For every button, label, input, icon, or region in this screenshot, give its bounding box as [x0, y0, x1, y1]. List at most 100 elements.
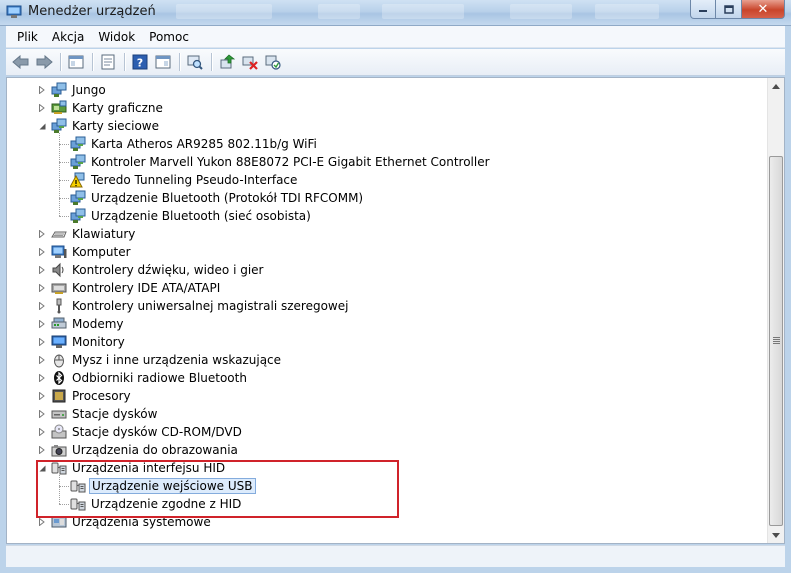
properties-button[interactable]	[97, 51, 119, 73]
back-button[interactable]	[10, 51, 32, 73]
window-controls: ✕	[690, 0, 785, 19]
scroll-down-button[interactable]	[768, 527, 784, 543]
ide-controller-icon	[51, 280, 67, 296]
tree-category-urzadzenia-systemowe[interactable]: Urządzenia systemowe	[51, 513, 213, 531]
collapsed-arrow-icon[interactable]	[38, 230, 46, 238]
menu-view[interactable]: Widok	[91, 28, 142, 46]
collapsed-arrow-icon[interactable]	[38, 374, 46, 382]
help-button[interactable]: ?	[129, 51, 151, 73]
tree-connector	[59, 504, 69, 505]
collapsed-arrow-icon[interactable]	[38, 320, 46, 328]
collapsed-arrow-icon[interactable]	[38, 428, 46, 436]
tree-node-label: Procesory	[72, 389, 131, 403]
network-adapter-icon	[70, 136, 86, 152]
action-pane-button[interactable]	[152, 51, 174, 73]
minimize-icon	[699, 10, 707, 12]
keyboard-icon	[51, 226, 67, 242]
tree-category-mysz-i-inne-urzadzenia-wskazujace[interactable]: Mysz i inne urządzenia wskazujące	[51, 351, 283, 369]
window-title: Menedżer urządzeń	[28, 4, 156, 19]
tree-category-urzadzenia-do-obrazowania[interactable]: Urządzenia do obrazowania	[51, 441, 240, 459]
tree-device-kontroler-marvell-yukon-88e8072-pci-e-gigabit-ethernet-controller[interactable]: Kontroler Marvell Yukon 88E8072 PCI-E Gi…	[70, 153, 492, 171]
tree-category-karty-sieciowe[interactable]: Karty sieciowe	[51, 117, 161, 135]
svg-text:?: ?	[137, 57, 143, 70]
menu-file[interactable]: Plik	[10, 28, 45, 46]
display-adapter-icon	[51, 100, 67, 116]
console-tree-button[interactable]	[65, 51, 87, 73]
usb-icon	[51, 298, 67, 314]
tree-category-odbiorniki-radiowe-bluetooth[interactable]: Odbiorniki radiowe Bluetooth	[51, 369, 249, 387]
expanded-arrow-icon[interactable]	[38, 464, 46, 472]
scroll-thumb[interactable]	[769, 156, 783, 526]
mouse-icon	[51, 352, 67, 368]
tree-node-label: Urządzenie zgodne z HID	[91, 497, 242, 511]
tree-node-label: Urządzenie wejściowe USB	[89, 478, 256, 494]
view-button[interactable]	[184, 51, 206, 73]
disk-drive-icon	[51, 406, 67, 422]
device-icon	[51, 82, 67, 98]
collapsed-arrow-icon[interactable]	[38, 302, 46, 310]
scroll-up-button[interactable]	[768, 78, 784, 94]
collapsed-arrow-icon[interactable]	[38, 284, 46, 292]
tree-connector	[59, 486, 69, 487]
scan-hardware-icon	[265, 55, 281, 70]
collapsed-arrow-icon[interactable]	[38, 86, 46, 94]
collapsed-arrow-icon[interactable]	[38, 410, 46, 418]
tree-category-kontrolery-uniwersalnej-magistrali-szeregowej[interactable]: Kontrolery uniwersalnej magistrali szere…	[51, 297, 350, 315]
tree-node-label: Kontrolery IDE ATA/ATAPI	[72, 281, 221, 295]
tree-connector	[59, 162, 69, 163]
close-button[interactable]: ✕	[742, 0, 785, 19]
arrow-down-icon	[772, 532, 780, 538]
tree-device-karta-atheros-ar9285-802-11b-g-wifi[interactable]: Karta Atheros AR9285 802.11b/g WiFi	[70, 135, 319, 153]
tree-category-stacje-dyskow[interactable]: Stacje dysków	[51, 405, 159, 423]
tree-category-modemy[interactable]: Modemy	[51, 315, 126, 333]
tree-node-label: Odbiorniki radiowe Bluetooth	[72, 371, 247, 385]
tree-node-label: Stacje dysków	[72, 407, 158, 421]
collapsed-arrow-icon[interactable]	[38, 266, 46, 274]
tree-connector	[59, 216, 69, 217]
menu-help[interactable]: Pomoc	[142, 28, 196, 46]
tree-device-urzadzenie-zgodne-z-hid[interactable]: Urządzenie zgodne z HID	[70, 495, 243, 513]
collapsed-arrow-icon[interactable]	[38, 338, 46, 346]
collapsed-arrow-icon[interactable]	[38, 248, 46, 256]
tree-category-klawiatury[interactable]: Klawiatury	[51, 225, 137, 243]
collapsed-arrow-icon[interactable]	[38, 104, 46, 112]
collapsed-arrow-icon[interactable]	[38, 356, 46, 364]
uninstall-button[interactable]	[239, 51, 261, 73]
collapsed-arrow-icon[interactable]	[38, 518, 46, 526]
forward-button[interactable]	[33, 51, 55, 73]
help-icon: ?	[132, 54, 148, 70]
scan-hardware-button[interactable]	[262, 51, 284, 73]
back-icon	[12, 55, 29, 69]
collapsed-arrow-icon[interactable]	[38, 446, 46, 454]
collapsed-arrow-icon[interactable]	[38, 392, 46, 400]
tree-device-urzadzenie-bluetooth-protokol-tdi-rfcomm[interactable]: Urządzenie Bluetooth (Protokół TDI RFCOM…	[70, 189, 365, 207]
title-bar[interactable]: Menedżer urządzeń ✕	[0, 0, 791, 26]
expanded-arrow-icon[interactable]	[38, 122, 46, 130]
tree-device-urzadzenie-bluetooth-siec-osobista[interactable]: Urządzenie Bluetooth (sieć osobista)	[70, 207, 313, 225]
tree-device-teredo-tunneling-pseudo-interface[interactable]: Teredo Tunneling Pseudo-Interface	[70, 171, 299, 189]
system-device-icon	[51, 514, 67, 530]
tree-node-label: Urządzenia interfejsu HID	[72, 461, 226, 475]
forward-icon	[36, 55, 53, 69]
update-driver-button[interactable]	[216, 51, 238, 73]
menu-action[interactable]: Akcja	[45, 28, 91, 46]
vertical-scrollbar[interactable]	[767, 78, 784, 543]
tree-category-komputer[interactable]: Komputer	[51, 243, 133, 261]
tree-category-urzadzenia-interfejsu-hid[interactable]: Urządzenia interfejsu HID	[51, 459, 227, 477]
minimize-button[interactable]	[690, 0, 716, 19]
tree-category-jungo[interactable]: Jungo	[51, 81, 108, 99]
maximize-button[interactable]	[716, 0, 742, 19]
tree-category-monitory[interactable]: Monitory	[51, 333, 127, 351]
tree-node-label: Kontroler Marvell Yukon 88E8072 PCI-E Gi…	[91, 155, 490, 169]
tree-category-procesory[interactable]: Procesory	[51, 387, 133, 405]
device-tree-pane[interactable]: Jungo Karty graficzne Karty sieciowe Karta …	[6, 77, 785, 544]
tree-category-kontrolery-dzwieku-wideo-i-gier[interactable]: Kontrolery dźwięku, wideo i gier	[51, 261, 265, 279]
tree-device-urzadzenie-wejsciowe-usb[interactable]: Urządzenie wejściowe USB	[70, 477, 256, 495]
tree-category-kontrolery-ide-ata-atapi[interactable]: Kontrolery IDE ATA/ATAPI	[51, 279, 222, 297]
toolbar-separator	[60, 53, 61, 71]
tree-node-label: Urządzenia do obrazowania	[72, 443, 238, 457]
tree-category-stacje-dyskow-cd-rom-dvd[interactable]: Stacje dysków CD-ROM/DVD	[51, 423, 244, 441]
tree-node-label: Stacje dysków CD-ROM/DVD	[72, 425, 242, 439]
tree-category-karty-graficzne[interactable]: Karty graficzne	[51, 99, 165, 117]
tree-connector	[59, 180, 69, 181]
